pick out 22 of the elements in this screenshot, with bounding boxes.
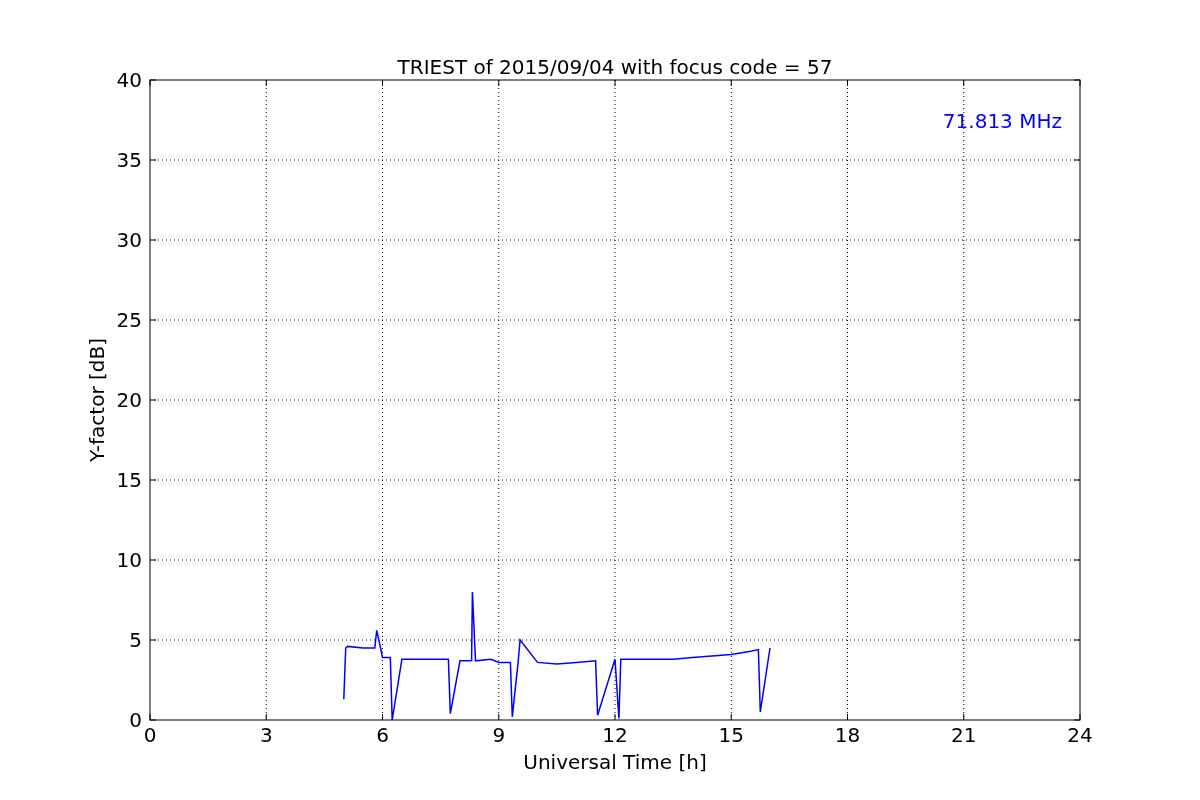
tick-label: 21 (951, 723, 977, 747)
tick-label: 15 (718, 723, 744, 747)
tick-label: 6 (376, 723, 389, 747)
tick-label: 15 (116, 468, 142, 492)
tick-label: 12 (602, 723, 628, 747)
tick-label: 35 (116, 148, 142, 172)
tick-label: 0 (129, 708, 142, 732)
series-label: 71.813 MHz (942, 109, 1062, 133)
tick-label: 5 (129, 628, 142, 652)
tick-label: 0 (143, 723, 157, 747)
x-axis-title: Universal Time [h] (523, 750, 707, 774)
tick-label: 25 (116, 308, 142, 332)
y-axis-title: Y-factor [dB] (85, 338, 109, 462)
tick-label: 24 (1067, 723, 1093, 747)
tick-label: 30 (116, 228, 142, 252)
chart-title: TRIEST of 2015/09/04 with focus code = 57 (397, 55, 833, 79)
tick-label: 10 (116, 548, 142, 572)
tick-label: 3 (259, 723, 273, 747)
tick-label: 18 (834, 723, 861, 747)
tick-label: 40 (116, 68, 142, 92)
tick-label: 20 (116, 388, 142, 412)
tick-label: 9 (492, 723, 506, 747)
